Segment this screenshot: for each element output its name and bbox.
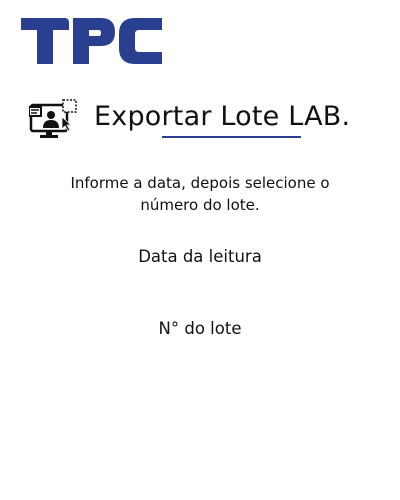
page-header: Exportar Lote LAB.	[0, 94, 400, 144]
lot-number-label: N° do lote	[158, 319, 242, 338]
logo-letter-t	[21, 18, 69, 64]
reading-date-label: Data da leitura	[138, 247, 262, 266]
tpc-logo-graphic	[21, 18, 162, 64]
title-underline	[162, 136, 301, 138]
instructions-text: Informe a data, depois selecione o númer…	[70, 174, 330, 214]
monitor-user-export-icon	[28, 99, 79, 139]
tpc-logo	[19, 16, 164, 66]
page-title: Exportar Lote LAB.	[94, 101, 351, 132]
logo-letter-p	[73, 18, 115, 64]
logo-letter-c	[119, 18, 162, 64]
